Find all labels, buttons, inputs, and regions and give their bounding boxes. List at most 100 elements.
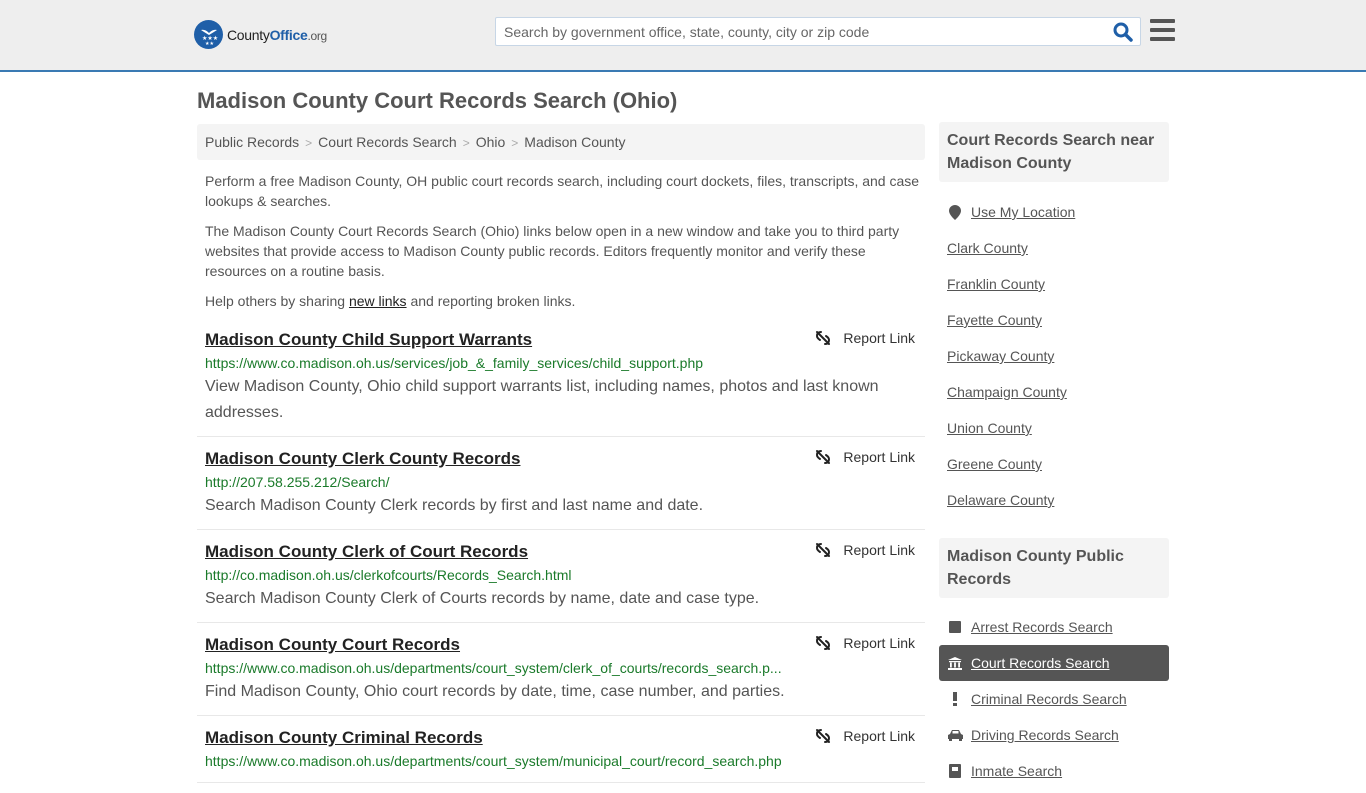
report-link-label: Report Link	[843, 330, 915, 346]
sidebar: Court Records Search near Madison County…	[939, 122, 1169, 789]
report-link-button[interactable]: Report Link	[815, 728, 915, 744]
page-title: Madison County Court Records Search (Ohi…	[197, 88, 678, 113]
results-list: Madison County Child Support Warrants ht…	[197, 328, 925, 793]
nearby-county-link[interactable]: Fayette County	[947, 312, 1042, 328]
driving-records-link[interactable]: Driving Records Search	[971, 727, 1119, 743]
car-icon	[947, 729, 963, 741]
intro-p3-text-end: and reporting broken links.	[406, 293, 576, 309]
breadcrumb-separator: >	[305, 136, 313, 150]
nearby-county-item: Clark County	[939, 230, 1169, 266]
result-url: http://207.58.255.212/Search/	[205, 474, 390, 490]
breadcrumb-madison-county[interactable]: Madison County	[524, 134, 625, 150]
search-icon	[1113, 22, 1133, 42]
intro-paragraph-3: Help others by sharing new links and rep…	[205, 291, 920, 311]
report-link-button[interactable]: Report Link	[815, 449, 915, 465]
hamburger-line	[1150, 28, 1175, 32]
broken-link-icon	[816, 543, 831, 557]
result-url: https://www.co.madison.oh.us/services/jo…	[205, 355, 704, 371]
nearby-list: Use My Location Clark County Franklin Co…	[939, 182, 1169, 518]
breadcrumb-ohio[interactable]: Ohio	[476, 134, 506, 150]
report-link-button[interactable]: Report Link	[815, 542, 915, 558]
result-title-link[interactable]: Madison County Clerk County Records	[205, 447, 520, 471]
intro-p3-text: Help others by sharing	[205, 293, 349, 309]
result-item: Madison County Clerk County Records http…	[197, 447, 925, 530]
nearby-county-link[interactable]: Union County	[947, 420, 1032, 436]
logo-text-suffix: .org	[307, 28, 327, 43]
square-icon	[947, 621, 963, 633]
result-item: Madison County Court Records https://www…	[197, 633, 925, 716]
nearby-heading: Court Records Search near Madison County	[939, 122, 1169, 182]
inmate-icon	[947, 764, 963, 778]
breadcrumb-separator: >	[462, 136, 470, 150]
breadcrumb: Public Records > Court Records Search > Ohio…	[197, 124, 925, 160]
result-item: Madison County Clerk of Court Records ht…	[197, 540, 925, 623]
report-link-label: Report Link	[843, 449, 915, 465]
site-logo[interactable]: ★★★ ★★ CountyOffice.org	[194, 20, 327, 49]
nearby-county-link[interactable]: Clark County	[947, 240, 1028, 256]
result-description: Search Madison County Clerk of Courts re…	[205, 590, 760, 607]
public-record-item-court: Court Records Search	[939, 645, 1169, 681]
broken-link-icon	[816, 450, 831, 464]
public-record-item-criminal: Criminal Records Search	[939, 681, 1169, 717]
hamburger-line	[1150, 19, 1175, 23]
logo-text-county: County	[227, 26, 270, 43]
public-records-heading: Madison County Public Records	[939, 538, 1169, 598]
nearby-county-item: Champaign County	[939, 374, 1169, 410]
nearby-county-item: Delaware County	[939, 482, 1169, 518]
report-link-label: Report Link	[843, 635, 915, 651]
nearby-county-item: Fayette County	[939, 302, 1169, 338]
result-item: Madison County Child Support Warrants ht…	[197, 328, 925, 437]
nearby-county-item: Franklin County	[939, 266, 1169, 302]
nearby-county-link[interactable]: Champaign County	[947, 384, 1067, 400]
courthouse-icon	[947, 656, 963, 670]
nearby-county-item: Union County	[939, 410, 1169, 446]
result-title-link[interactable]: Madison County Criminal Records	[205, 726, 483, 750]
broken-link-icon	[816, 636, 831, 650]
criminal-records-link[interactable]: Criminal Records Search	[971, 691, 1127, 707]
result-url: https://www.co.madison.oh.us/departments…	[205, 660, 782, 676]
result-item: Madison County Criminal Records https://…	[197, 726, 925, 783]
result-title-link[interactable]: Madison County Clerk of Court Records	[205, 540, 528, 564]
inmate-search-link[interactable]: Inmate Search	[971, 763, 1062, 779]
breadcrumb-separator: >	[511, 136, 519, 150]
result-description: Find Madison County, Ohio court records …	[205, 683, 785, 700]
breadcrumb-court-records-search[interactable]: Court Records Search	[318, 134, 457, 150]
nearby-county-item: Greene County	[939, 446, 1169, 482]
site-header: ★★★ ★★ CountyOffice.org	[0, 0, 1366, 72]
intro-text: Perform a free Madison County, OH public…	[205, 171, 920, 321]
result-title-link[interactable]: Madison County Court Records	[205, 633, 460, 657]
public-record-item-driving: Driving Records Search	[939, 717, 1169, 753]
svg-text:★★: ★★	[205, 41, 214, 46]
broken-link-icon	[816, 729, 831, 743]
new-links-link[interactable]: new links	[349, 293, 407, 309]
search-input[interactable]	[496, 18, 1106, 45]
public-records-list: Arrest Records Search Court Records Sear…	[939, 598, 1169, 789]
hamburger-menu-button[interactable]	[1150, 19, 1175, 41]
search-button[interactable]	[1112, 21, 1134, 43]
report-link-button[interactable]: Report Link	[815, 635, 915, 651]
search-bar	[495, 17, 1141, 46]
intro-paragraph-1: Perform a free Madison County, OH public…	[205, 173, 920, 209]
result-description: View Madison County, Ohio child support …	[205, 378, 879, 421]
hamburger-line	[1150, 37, 1175, 41]
use-my-location-link[interactable]: Use My Location	[971, 204, 1075, 220]
result-url: https://www.co.madison.oh.us/departments…	[205, 753, 782, 769]
broken-link-icon	[816, 331, 831, 345]
logo-text: CountyOffice.org	[227, 27, 327, 43]
logo-text-office: Office	[269, 26, 308, 43]
court-records-link[interactable]: Court Records Search	[971, 655, 1110, 671]
breadcrumb-public-records[interactable]: Public Records	[205, 134, 299, 150]
nearby-county-link[interactable]: Franklin County	[947, 276, 1045, 292]
arrest-records-link[interactable]: Arrest Records Search	[971, 619, 1113, 635]
nearby-county-link[interactable]: Delaware County	[947, 492, 1054, 508]
public-record-item-inmate: Inmate Search	[939, 753, 1169, 789]
eagle-stars-icon: ★★★ ★★	[194, 20, 223, 49]
result-title-link[interactable]: Madison County Child Support Warrants	[205, 328, 532, 352]
nearby-county-link[interactable]: Pickaway County	[947, 348, 1054, 364]
use-my-location-item: Use My Location	[939, 194, 1169, 230]
nearby-county-link[interactable]: Greene County	[947, 456, 1042, 472]
nearby-county-item: Pickaway County	[939, 338, 1169, 374]
report-link-label: Report Link	[843, 728, 915, 744]
report-link-label: Report Link	[843, 542, 915, 558]
report-link-button[interactable]: Report Link	[815, 330, 915, 346]
